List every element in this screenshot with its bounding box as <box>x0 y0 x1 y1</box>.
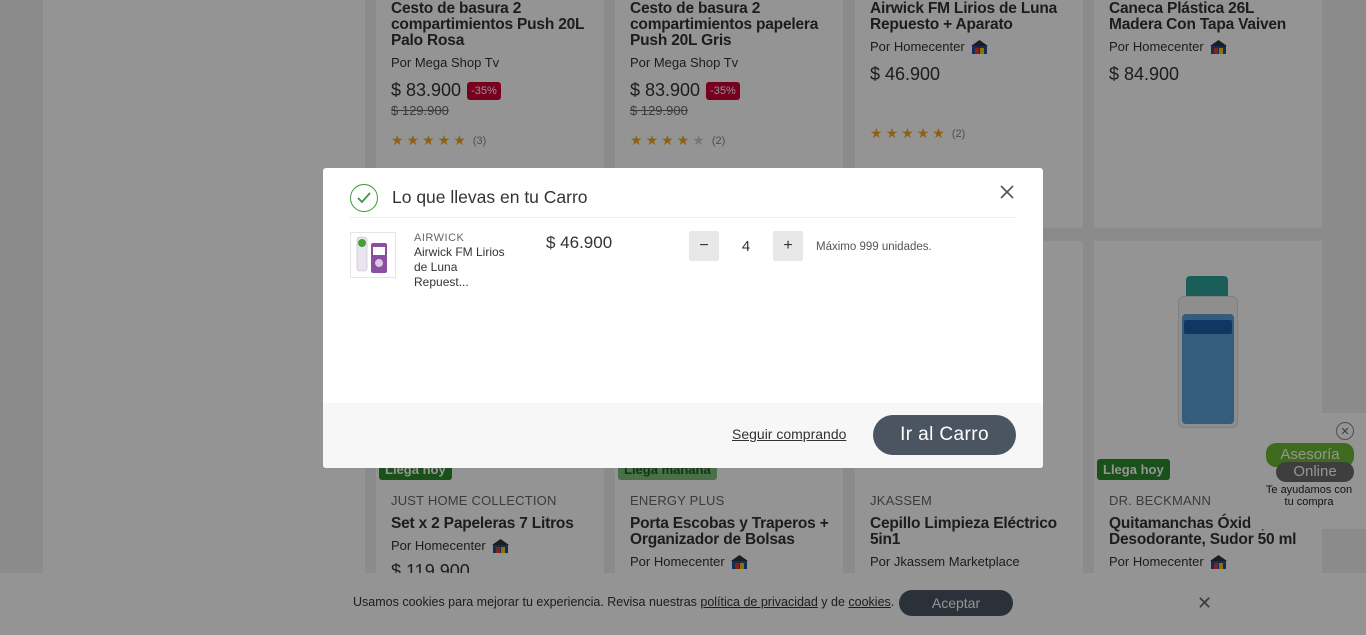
close-icon[interactable] <box>1000 182 1014 202</box>
increase-quantity-button[interactable]: + <box>773 231 803 261</box>
decrease-quantity-button[interactable]: − <box>689 231 719 261</box>
modal-header: Lo que llevas en tu Carro <box>350 178 1016 218</box>
product-thumbnail[interactable] <box>350 232 396 278</box>
modal-footer: Seguir comprando Ir al Carro <box>323 403 1043 468</box>
item-name[interactable]: Airwick FM Lirios de Luna Repuest... <box>414 245 514 290</box>
item-brand: AIRWICK <box>414 232 465 244</box>
max-units-note: Máximo 999 unidades. <box>816 241 932 253</box>
go-to-cart-button[interactable]: Ir al Carro <box>873 415 1016 455</box>
item-price: $ 46.900 <box>546 233 613 252</box>
added-to-cart-modal: Lo que llevas en tu Carro AIRWICK Airwic… <box>323 168 1043 468</box>
continue-shopping-link[interactable]: Seguir comprando <box>732 426 846 442</box>
check-icon <box>350 183 378 212</box>
quantity-value[interactable]: 4 <box>731 238 761 255</box>
modal-title: Lo que llevas en tu Carro <box>392 187 588 207</box>
